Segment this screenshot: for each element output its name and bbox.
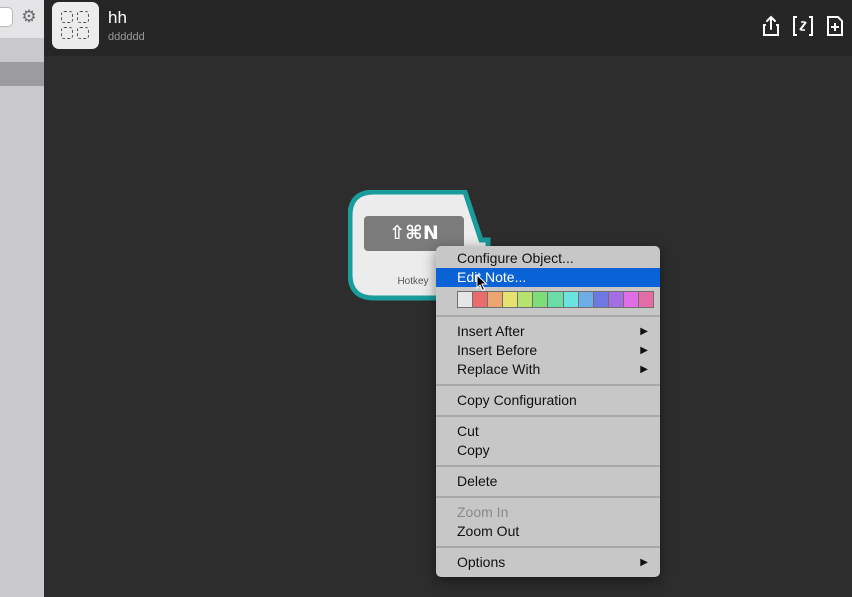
menu-item-label: Insert After	[457, 323, 525, 339]
color-swatch-3[interactable]	[488, 292, 503, 307]
share-icon[interactable]	[760, 14, 782, 38]
menu-item-zoom-out[interactable]: Zoom Out	[436, 522, 660, 541]
color-swatch-6[interactable]	[533, 292, 548, 307]
color-swatch-5[interactable]	[518, 292, 533, 307]
color-swatch-7[interactable]	[548, 292, 563, 307]
node-label: Hotkey	[397, 276, 429, 287]
menu-item-insert-before[interactable]: Insert Before ▶	[436, 341, 660, 360]
menu-item-copy[interactable]: Copy	[436, 441, 660, 460]
submenu-arrow-icon: ▶	[640, 364, 648, 375]
gear-icon[interactable]: ⚙	[20, 7, 38, 27]
header: hh dddddd	[44, 0, 852, 56]
sidebar: ⚙	[0, 0, 44, 597]
mouse-cursor-icon	[476, 274, 488, 292]
menu-item-replace-with[interactable]: Replace With ▶	[436, 360, 660, 379]
menu-separator	[436, 496, 660, 498]
menu-item-zoom-in: Zoom In	[457, 504, 509, 520]
menu-separator	[436, 415, 660, 417]
variable-icon[interactable]	[792, 14, 814, 38]
menu-item-insert-after[interactable]: Insert After ▶	[436, 322, 660, 341]
menu-item-delete[interactable]: Delete	[436, 472, 660, 491]
menu-item-configure-object[interactable]: Configure Object...	[436, 249, 660, 268]
menu-item-label: Options	[457, 554, 506, 570]
macro-subtitle: dddddd	[108, 31, 145, 43]
color-swatch-8[interactable]	[563, 292, 578, 307]
menu-item-copy-configuration[interactable]: Copy Configuration	[436, 391, 660, 410]
submenu-arrow-icon: ▶	[640, 326, 648, 337]
color-swatch-12[interactable]	[623, 292, 638, 307]
app-grid-icon[interactable]	[52, 2, 99, 49]
color-swatch-13[interactable]	[638, 292, 654, 307]
menu-item-options[interactable]: Options ▶	[436, 553, 660, 572]
menu-item-edit-note[interactable]: Edit Note...	[436, 268, 660, 287]
menu-separator	[436, 384, 660, 386]
submenu-arrow-icon: ▶	[640, 345, 648, 356]
menu-item-cut[interactable]: Cut	[436, 422, 660, 441]
menu-separator	[436, 315, 660, 317]
menu-item-label: Insert Before	[457, 342, 538, 358]
color-swatch-2[interactable]	[473, 292, 488, 307]
menu-item-label: Replace With	[457, 361, 541, 377]
add-icon[interactable]	[824, 14, 846, 38]
menu-separator	[436, 546, 660, 548]
sidebar-selected-row[interactable]	[0, 62, 44, 86]
color-swatch-10[interactable]	[593, 292, 608, 307]
menu-separator	[436, 465, 660, 467]
color-swatch-1[interactable]	[458, 292, 473, 307]
color-swatch-11[interactable]	[608, 292, 623, 307]
color-swatch-9[interactable]	[578, 292, 593, 307]
color-swatch-row	[457, 291, 654, 308]
macro-title[interactable]: hh	[108, 8, 127, 28]
color-swatch-4[interactable]	[503, 292, 518, 307]
sidebar-search-field[interactable]	[0, 7, 13, 27]
sidebar-toolbar: ⚙	[0, 0, 44, 38]
context-menu: Configure Object... Edit Note... Insert …	[436, 246, 660, 577]
submenu-arrow-icon: ▶	[640, 557, 648, 568]
